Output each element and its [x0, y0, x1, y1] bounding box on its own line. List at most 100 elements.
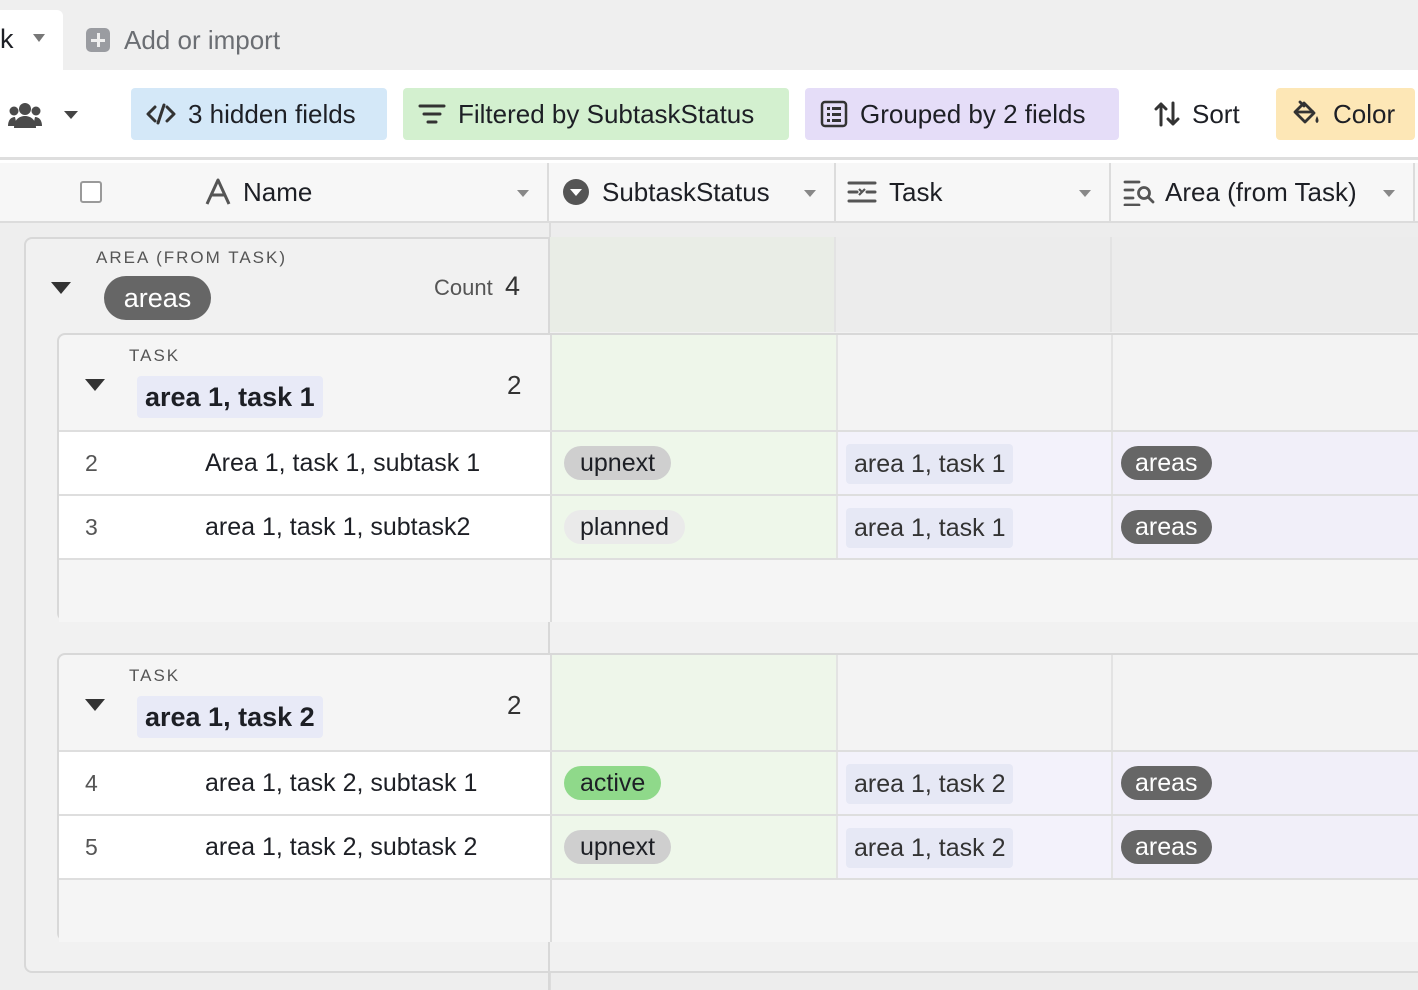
table-row[interactable]: 4 area 1, task 2, subtask 1 active area … [59, 750, 1418, 814]
chevron-down-icon [64, 111, 78, 119]
column-separator [1110, 237, 1112, 332]
column-header-name-label: Name [243, 176, 313, 207]
group-count: 2 [507, 370, 522, 400]
column-separator [547, 163, 549, 221]
outer-group-header-status-cell [549, 237, 835, 332]
row-name[interactable]: area 1, task 2, subtask 2 [205, 833, 477, 862]
group-header-rest [836, 335, 1418, 430]
collapse-triangle-icon[interactable] [85, 379, 105, 391]
table-row[interactable]: 3 area 1, task 1, subtask2 planned area … [59, 494, 1418, 558]
outer-group-field-label: AREA (FROM TASK) [96, 248, 288, 267]
row-number: 4 [85, 770, 98, 796]
table-row[interactable]: 5 area 1, task 2, subtask 2 upnext area … [59, 814, 1418, 878]
column-header-status[interactable]: SubtaskStatus [562, 163, 770, 221]
task-group-2: TASK area 1, task 2 2 4 area 1, task 2, … [57, 653, 1418, 942]
linked-task-chip[interactable]: area 1, task 1 [846, 444, 1014, 484]
collaborators-menu[interactable] [8, 102, 78, 128]
group-header-status-cell [550, 335, 836, 430]
add-or-import-button[interactable]: Add or import [86, 25, 280, 55]
people-icon [8, 103, 42, 128]
filter-button[interactable]: Filtered by SubtaskStatus [403, 88, 789, 140]
task-cell[interactable]: area 1, task 2 [836, 752, 1111, 814]
group-header-rest [836, 655, 1418, 750]
color-button[interactable]: Color [1276, 88, 1415, 140]
outer-group-count: 4 [505, 271, 521, 301]
table-tab-bar: k Add or import [0, 0, 1418, 70]
column-header-task[interactable]: Task [847, 163, 942, 221]
chevron-down-icon[interactable] [1383, 190, 1395, 197]
group-count: 2 [507, 690, 522, 720]
status-pill: planned [564, 510, 685, 544]
grid-header: Name SubtaskStatus Task Area (from Task) [0, 163, 1418, 223]
column-header-task-label: Task [889, 176, 943, 207]
group-value-chip: area 1, task 1 [137, 376, 323, 418]
task-cell[interactable]: area 1, task 2 [836, 816, 1111, 878]
sort-label: Sort [1192, 98, 1240, 129]
linked-task-chip[interactable]: area 1, task 2 [846, 764, 1014, 804]
chevron-down-icon[interactable] [1079, 190, 1091, 197]
status-pill: upnext [564, 830, 672, 864]
lookup-icon [1123, 180, 1155, 206]
area-pill: areas [1121, 510, 1212, 544]
area-cell[interactable]: areas [1111, 432, 1418, 494]
filter-icon [418, 104, 446, 124]
sort-icon [1154, 101, 1180, 127]
task-group-1: TASK area 1, task 1 2 2 Area 1, task 1, … [57, 333, 1418, 622]
area-cell[interactable]: areas [1111, 816, 1418, 878]
chevron-down-icon[interactable] [33, 34, 45, 42]
add-or-import-label: Add or import [124, 24, 281, 55]
status-pill: upnext [564, 446, 672, 480]
column-separator [550, 880, 552, 942]
area-cell[interactable]: areas [1111, 752, 1418, 814]
chevron-down-icon[interactable] [517, 190, 529, 197]
area-pill: areas [1121, 446, 1212, 480]
hidden-fields-button[interactable]: 3 hidden fields [131, 88, 387, 140]
group-icon [820, 100, 848, 128]
column-separator [834, 237, 836, 332]
row-number: 2 [85, 450, 98, 476]
table-row[interactable]: 2 Area 1, task 1, subtask 1 upnext area … [59, 430, 1418, 494]
outer-group-count-label: Count [434, 275, 493, 300]
linked-task-chip[interactable]: area 1, task 1 [846, 508, 1014, 548]
add-row-area[interactable] [59, 558, 1418, 622]
area-pill: areas [1121, 830, 1212, 864]
status-cell[interactable]: active [550, 752, 836, 814]
column-separator [1413, 163, 1415, 221]
collapse-triangle-icon[interactable] [51, 282, 71, 294]
row-name[interactable]: Area 1, task 1, subtask 1 [205, 449, 480, 478]
chevron-down-icon[interactable] [804, 190, 816, 197]
column-separator [1111, 655, 1113, 750]
area-cell[interactable]: areas [1111, 496, 1418, 558]
column-header-status-label: SubtaskStatus [602, 176, 770, 207]
row-name[interactable]: area 1, task 1, subtask2 [205, 513, 470, 542]
status-cell[interactable]: upnext [550, 816, 836, 878]
add-row-area[interactable] [59, 878, 1418, 942]
column-separator [1109, 163, 1111, 221]
collapse-triangle-icon[interactable] [85, 699, 105, 711]
status-cell[interactable]: upnext [550, 432, 836, 494]
group-button[interactable]: Grouped by 2 fields [805, 88, 1119, 140]
paint-bucket-icon [1293, 100, 1319, 124]
row-name[interactable]: area 1, task 2, subtask 1 [205, 769, 477, 798]
hidden-fields-label: 3 hidden fields [188, 98, 356, 129]
row-number: 3 [85, 514, 98, 540]
task-cell[interactable]: area 1, task 1 [836, 432, 1111, 494]
plus-icon [86, 28, 110, 52]
sort-button[interactable]: Sort [1139, 88, 1259, 140]
column-header-area-label: Area (from Task) [1165, 176, 1357, 207]
active-table-tab-label: k [0, 24, 14, 54]
linked-task-chip[interactable]: area 1, task 2 [846, 828, 1014, 868]
select-all-checkbox[interactable] [80, 181, 102, 203]
column-header-name[interactable]: Name [205, 163, 312, 221]
outer-group-header-rest [836, 237, 1418, 332]
group-value-chip: area 1, task 2 [137, 696, 323, 738]
outer-group-value-pill: areas [104, 276, 211, 320]
column-header-area[interactable]: Area (from Task) [1123, 163, 1357, 221]
task-cell[interactable]: area 1, task 1 [836, 496, 1111, 558]
active-table-tab[interactable]: k [0, 10, 63, 70]
column-separator [1111, 335, 1113, 430]
status-cell[interactable]: planned [550, 496, 836, 558]
text-field-icon [205, 178, 231, 205]
area-pill: areas [1121, 766, 1212, 800]
single-select-icon [563, 179, 589, 205]
